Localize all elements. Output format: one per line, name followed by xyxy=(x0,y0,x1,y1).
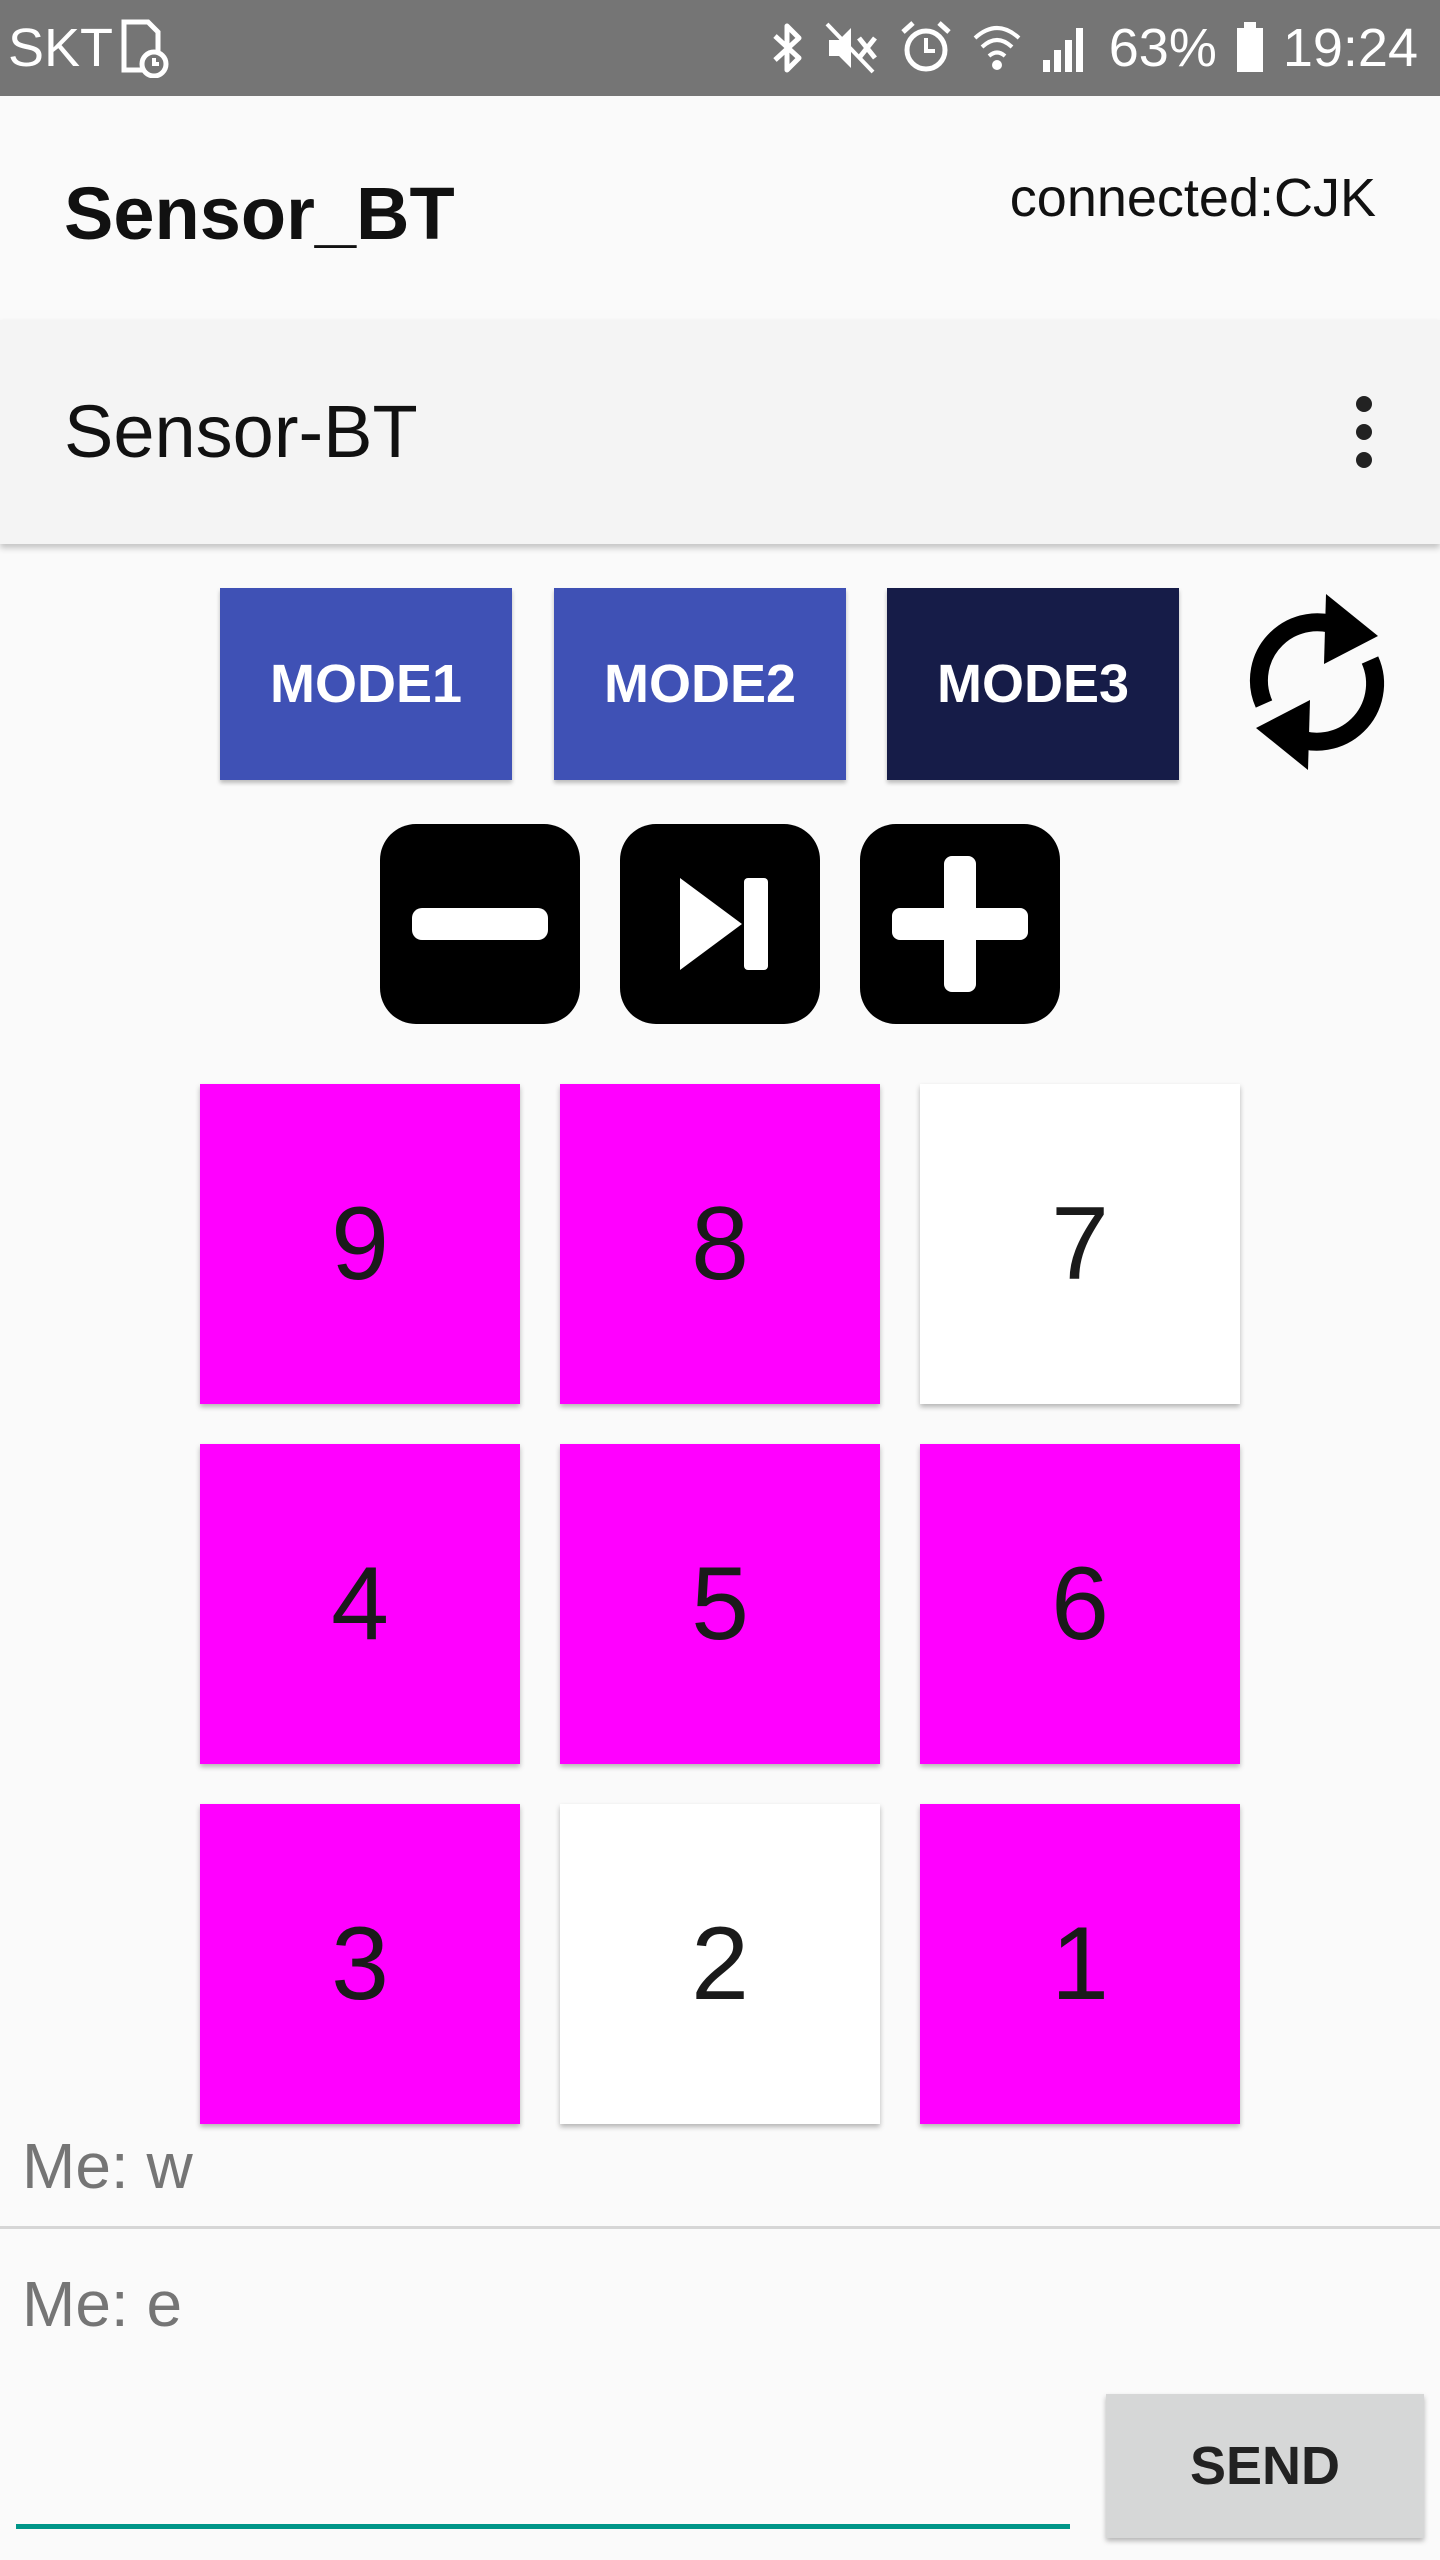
plus-icon xyxy=(892,856,1028,992)
menu-dot xyxy=(1356,424,1372,440)
refresh-icon[interactable] xyxy=(1232,582,1402,782)
sim-card-icon xyxy=(118,18,170,78)
tile-9[interactable]: 9 xyxy=(200,1084,520,1404)
overflow-menu-icon[interactable] xyxy=(1348,396,1380,468)
mode3-button[interactable]: MODE3 xyxy=(887,588,1179,780)
status-icons: 63% 19:24 xyxy=(771,18,1418,78)
skip-next-icon xyxy=(680,878,768,970)
battery-percent: 63% xyxy=(1108,18,1217,78)
send-button[interactable]: SEND xyxy=(1106,2394,1424,2538)
skip-next-button[interactable] xyxy=(620,824,820,1024)
status-bar: SKT 63% 19:24 xyxy=(0,0,1440,96)
minus-icon xyxy=(412,908,548,940)
app-header: Sensor_BT connected:CJK xyxy=(0,96,1440,320)
tile-6[interactable]: 6 xyxy=(920,1444,1240,1764)
toolbar-title: Sensor-BT xyxy=(64,390,418,473)
tile-1[interactable]: 1 xyxy=(920,1804,1240,2124)
signal-icon xyxy=(1041,20,1091,76)
mute-vibrate-icon xyxy=(823,20,881,76)
tile-2[interactable]: 2 xyxy=(560,1804,880,2124)
message-line: Me: e xyxy=(22,2268,183,2340)
app-title: Sensor_BT xyxy=(64,172,455,255)
plus-button[interactable] xyxy=(860,824,1060,1024)
message-line: Me: w xyxy=(22,2130,193,2202)
mode2-button[interactable]: MODE2 xyxy=(554,588,846,780)
tile-3[interactable]: 3 xyxy=(200,1804,520,2124)
tile-4[interactable]: 4 xyxy=(200,1444,520,1764)
minus-button[interactable] xyxy=(380,824,580,1024)
menu-dot xyxy=(1356,452,1372,468)
tile-8[interactable]: 8 xyxy=(560,1084,880,1404)
input-underline xyxy=(16,2524,1070,2529)
tile-7[interactable]: 7 xyxy=(920,1084,1240,1404)
toolbar: Sensor-BT xyxy=(0,320,1440,544)
wifi-icon xyxy=(971,20,1023,76)
connection-status: connected:CJK xyxy=(1009,168,1376,228)
carrier-label: SKT xyxy=(8,18,114,78)
bluetooth-icon xyxy=(771,20,805,76)
divider xyxy=(0,2226,1440,2229)
message-input[interactable] xyxy=(16,2400,1070,2520)
tile-5[interactable]: 5 xyxy=(560,1444,880,1764)
mode1-button[interactable]: MODE1 xyxy=(220,588,512,780)
clock: 19:24 xyxy=(1282,18,1418,78)
menu-dot xyxy=(1356,396,1372,412)
alarm-icon xyxy=(899,20,953,76)
battery-icon xyxy=(1235,20,1265,76)
